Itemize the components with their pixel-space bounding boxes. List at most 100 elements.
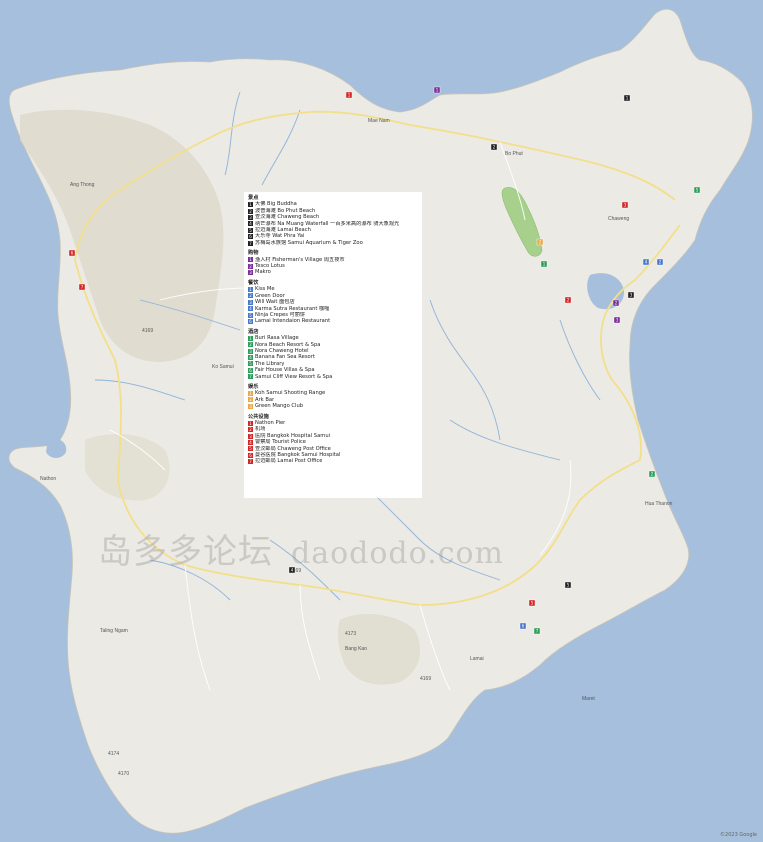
legend-item-number: 2	[248, 293, 253, 299]
legend-item-number: 4	[248, 439, 253, 445]
poi-marker-number: 3	[630, 293, 633, 298]
poi-marker-number: 1	[348, 93, 351, 98]
legend-item-label: Samui Cliff View Resort & Spa	[255, 373, 333, 380]
poi-marker-public[interactable]: 3	[621, 201, 629, 209]
poi-marker-hotel[interactable]: 7	[533, 627, 541, 635]
place-mae-nam: Mae Nam	[368, 118, 390, 124]
legend-item: 7 苏梅岛水族馆 Samui Aquarium & Tiger Zoo	[248, 240, 418, 246]
place-bo-phut: Bo Phut	[505, 151, 523, 157]
poi-marker-number: 6	[522, 624, 525, 629]
legend-item-number: 7	[248, 374, 253, 380]
poi-marker-hotel[interactable]: 2	[648, 470, 656, 478]
legend-item-number: 6	[248, 452, 253, 458]
place-hua-thanon: Hua Thanon	[645, 501, 673, 507]
legend-item-number: 5	[248, 361, 253, 367]
legend-item-number: 3	[248, 348, 253, 354]
legend-item-number: 7	[248, 459, 253, 465]
legend-item-label: 拉迈邮局 Lamai Post Office	[255, 458, 323, 465]
legend-item-number: 2	[248, 427, 253, 433]
legend-item-number: 3	[248, 270, 253, 276]
legend-item-number: 2	[248, 208, 253, 214]
poi-marker-number: 2	[659, 260, 662, 265]
legend-item-number: 5	[248, 446, 253, 452]
poi-marker-number: 6	[71, 251, 74, 256]
poi-marker-food[interactable]: 2	[656, 258, 664, 266]
legend-item: 3 Green Mango Club	[248, 403, 418, 409]
poi-marker-food[interactable]: 6	[519, 622, 527, 630]
legend-item-number: 6	[248, 319, 253, 325]
poi-marker-number: 1	[436, 88, 439, 93]
poi-marker-food[interactable]: 4	[642, 258, 650, 266]
legend-item-number: 1	[248, 335, 253, 341]
place-lamai: Lamai	[470, 656, 484, 662]
poi-marker-number: 2	[615, 301, 618, 306]
poi-marker-sight[interactable]: 1	[623, 94, 631, 102]
road-label: 4169	[142, 328, 153, 334]
road-label: 4173	[345, 631, 356, 637]
legend-item-number: 3	[248, 433, 253, 439]
legend-item-number: 2	[248, 263, 253, 269]
legend-item-number: 1	[248, 257, 253, 263]
poi-marker-public[interactable]: 5	[528, 599, 536, 607]
poi-marker-number: 1	[626, 96, 629, 101]
legend-item-number: 5	[248, 312, 253, 318]
legend-item-number: 2	[248, 342, 253, 348]
place-bang-kao: Bang Kao	[345, 646, 367, 652]
poi-marker-number: 7	[81, 285, 84, 290]
legend-item-number: 5	[248, 227, 253, 233]
poi-marker-number: 3	[624, 203, 627, 208]
legend-item-number: 3	[248, 214, 253, 220]
legend-item-number: 4	[248, 355, 253, 361]
poi-marker-shop[interactable]: 2	[612, 299, 620, 307]
poi-marker-public[interactable]: 1	[345, 91, 353, 99]
place-chaweng: Chaweng	[608, 216, 629, 222]
poi-marker-number: 1	[543, 262, 546, 267]
legend-item-number: 2	[248, 397, 253, 403]
poi-marker-number: 5	[531, 601, 534, 606]
legend-item-label: Makro	[255, 269, 271, 276]
poi-marker-sight[interactable]: 5	[564, 581, 572, 589]
poi-marker-number: 5	[696, 188, 699, 193]
place-na-thon: Nathon	[40, 476, 56, 482]
legend-item-number: 3	[248, 403, 253, 409]
legend-item-number: 1	[248, 420, 253, 426]
poi-marker-number: 7	[536, 629, 539, 634]
poi-marker-number: 2	[539, 240, 542, 245]
poi-marker-number: 5	[567, 583, 570, 588]
legend-item-number: 6	[248, 367, 253, 373]
road-label: 4170	[118, 771, 129, 777]
poi-marker-public[interactable]: 2	[564, 296, 572, 304]
poi-marker-fun[interactable]: 2	[536, 238, 544, 246]
legend-panel: 景点 1 大佛 Big Buddha 2 波普海滩 Bo Phut Beach 3 查汶海滩…	[244, 192, 422, 498]
place-taling-ngam: Taling Ngam	[100, 628, 128, 634]
road-label: 4174	[108, 751, 119, 757]
place-ko-samui: Ko Samui	[212, 364, 234, 370]
poi-marker-sight[interactable]: 3	[627, 291, 635, 299]
legend-item-label: 苏梅岛水族馆 Samui Aquarium & Tiger Zoo	[255, 239, 363, 246]
watermark: 岛多多论坛 daododo.com	[98, 524, 504, 573]
place-ang-thong: Ang Thong	[70, 182, 95, 188]
poi-marker-number: 3	[616, 318, 619, 323]
poi-marker-hotel[interactable]: 5	[693, 186, 701, 194]
watermark-latin: daododo.com	[291, 536, 505, 571]
road-label: 4169	[420, 676, 431, 682]
poi-marker-number: 2	[493, 145, 496, 150]
legend-item: 7 Samui Cliff View Resort & Spa	[248, 374, 418, 380]
legend-item-number: 1	[248, 286, 253, 292]
poi-marker-sight[interactable]: 2	[490, 143, 498, 151]
legend-item-number: 1	[248, 391, 253, 397]
poi-marker-public[interactable]: 6	[68, 249, 76, 257]
poi-marker-number: 4	[645, 260, 648, 265]
poi-marker-hotel[interactable]: 1	[540, 260, 548, 268]
poi-marker-public[interactable]: 7	[78, 283, 86, 291]
legend-item: 7 拉迈邮局 Lamai Post Office	[248, 458, 418, 464]
legend-item-number: 1	[248, 202, 253, 208]
legend-item-number: 7	[248, 240, 253, 246]
poi-marker-number: 2	[651, 472, 654, 477]
poi-marker-number: 2	[567, 298, 570, 303]
poi-marker-shop[interactable]: 1	[433, 86, 441, 94]
place-maret: Maret	[582, 696, 595, 702]
map-copyright: ©2023 Google	[720, 832, 757, 838]
poi-marker-shop[interactable]: 3	[613, 316, 621, 324]
legend-item-label: Lamai Intendaion Restaurant	[255, 318, 331, 325]
